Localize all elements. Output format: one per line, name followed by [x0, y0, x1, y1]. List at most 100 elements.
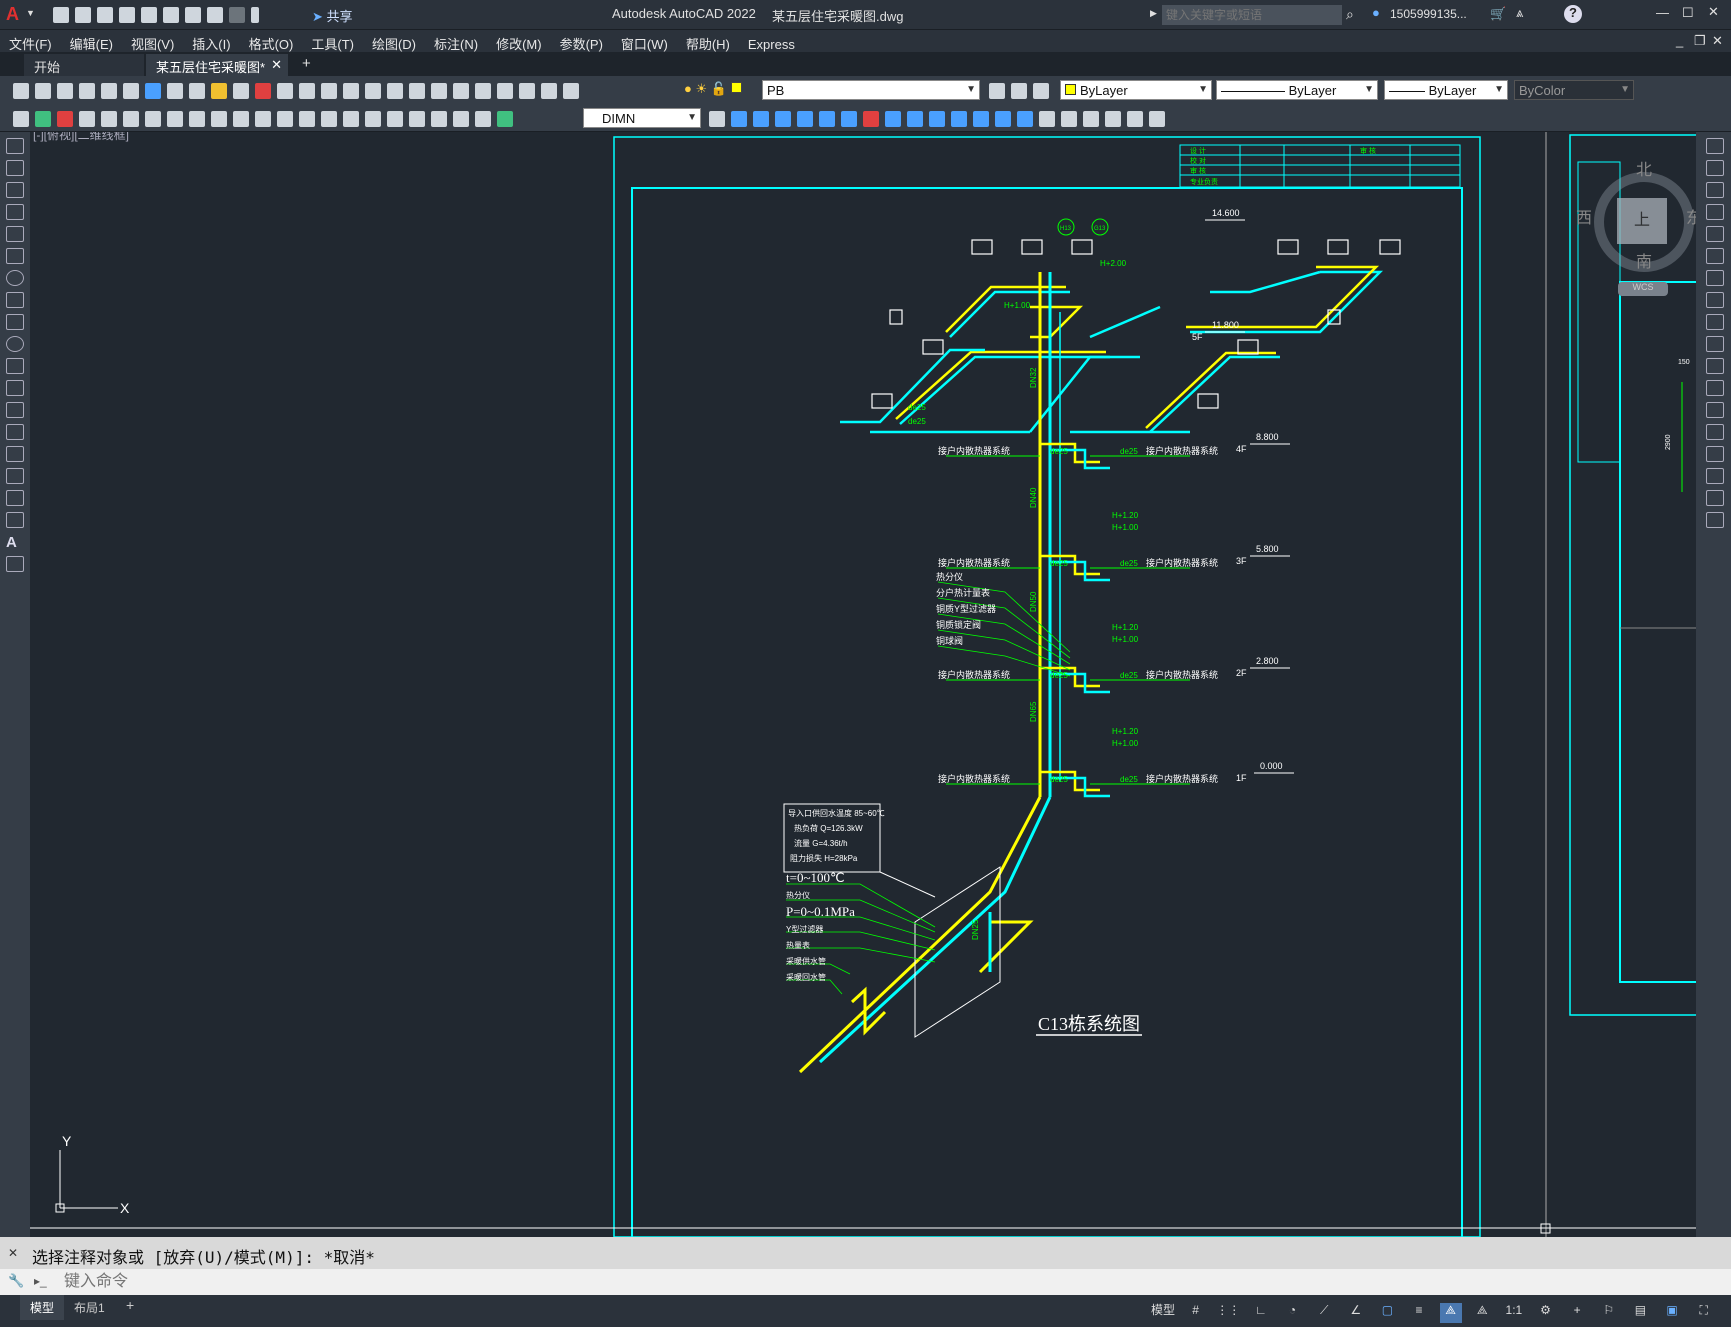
plot-icon[interactable]: [185, 6, 201, 23]
chamfer-icon[interactable]: [1706, 446, 1724, 462]
dim-style-icon[interactable]: [709, 110, 725, 127]
properties-icon[interactable]: [409, 82, 425, 99]
user-name[interactable]: 1505999135...: [1390, 7, 1467, 21]
layout-tab-layout1[interactable]: 布局1: [66, 1295, 113, 1320]
spline-icon[interactable]: [6, 314, 24, 330]
copy-icon[interactable]: [1706, 160, 1724, 176]
center-mark-icon[interactable]: [387, 110, 403, 127]
menu-dimension[interactable]: 标注(N): [425, 30, 487, 53]
arc-icon[interactable]: [6, 248, 24, 264]
hardware-accel-icon[interactable]: ▣: [1661, 1303, 1683, 1323]
jogged-dim-icon[interactable]: [189, 110, 205, 127]
save-web-icon[interactable]: [163, 6, 179, 23]
grid-icon[interactable]: #: [1185, 1303, 1207, 1323]
search-icon[interactable]: ⌕: [1346, 6, 1354, 23]
tab-close-icon[interactable]: ✕: [271, 57, 282, 73]
workspace-dropdown-icon[interactable]: [251, 6, 259, 23]
menu-edit[interactable]: 编辑(E): [61, 30, 122, 53]
quick-dim-icon[interactable]: [255, 110, 271, 127]
angular-dim-icon[interactable]: [233, 110, 249, 127]
new-tab-button[interactable]: +: [302, 55, 311, 72]
viewcube[interactable]: 上 北 南 西 东 WCS: [1576, 142, 1696, 302]
object-snap-icon[interactable]: ▢: [1376, 1303, 1398, 1323]
undo-icon[interactable]: [207, 6, 223, 23]
command-input[interactable]: [64, 1272, 1664, 1292]
menu-format[interactable]: 格式(O): [240, 30, 303, 53]
insert-block-icon[interactable]: [6, 380, 24, 396]
annotation-scale-button[interactable]: 1:1: [1503, 1303, 1525, 1323]
menu-file[interactable]: 文件(F): [0, 30, 61, 53]
cut-icon[interactable]: [167, 82, 183, 99]
new-icon[interactable]: [53, 6, 69, 23]
layer-previous-icon[interactable]: [1011, 82, 1027, 99]
workspace-gear-icon[interactable]: ⚙: [1535, 1303, 1557, 1323]
menu-insert[interactable]: 插入(I): [183, 30, 239, 53]
adjust-icon[interactable]: [1127, 110, 1143, 127]
table-icon[interactable]: [6, 512, 24, 528]
snap-icon[interactable]: ⋮⋮: [1216, 1303, 1240, 1323]
viewcube-south[interactable]: 南: [1636, 248, 1652, 272]
share-button[interactable]: ➤ 共享: [312, 6, 353, 25]
jogged-linear-icon[interactable]: [431, 110, 447, 127]
command-customize-icon[interactable]: 🔧: [8, 1273, 24, 1289]
plot-icon[interactable]: [79, 82, 95, 99]
match-properties-icon[interactable]: [233, 82, 249, 99]
lengthen-icon[interactable]: [929, 110, 945, 127]
region-icon[interactable]: [6, 490, 24, 506]
extend-icon[interactable]: [1706, 358, 1724, 374]
zoom-realtime-icon[interactable]: [343, 82, 359, 99]
app-menu-chevron-icon[interactable]: ▼: [26, 8, 35, 18]
rotate-icon[interactable]: [1706, 270, 1724, 286]
command-close-icon[interactable]: ✕: [8, 1246, 18, 1260]
ellipse-icon[interactable]: [6, 336, 24, 352]
layout-tab-model[interactable]: 模型: [20, 1295, 65, 1320]
layer-properties-icon[interactable]: [563, 82, 579, 99]
clip-icon[interactable]: [1105, 110, 1121, 127]
baseline-dim-icon[interactable]: [277, 110, 293, 127]
break-icon[interactable]: [1706, 402, 1724, 418]
offset-icon[interactable]: [885, 110, 901, 127]
color-dropdown[interactable]: ByLayer ▼: [1060, 80, 1212, 100]
close-button[interactable]: ✕: [1708, 4, 1719, 20]
cart-icon[interactable]: 🛒: [1490, 6, 1506, 22]
join-icon[interactable]: [951, 110, 967, 127]
annotation-monitor-icon[interactable]: +: [1566, 1303, 1588, 1323]
point-icon[interactable]: [6, 424, 24, 440]
redo-icon[interactable]: [299, 82, 315, 99]
erase-icon[interactable]: [1706, 138, 1724, 154]
menu-tools[interactable]: 工具(T): [302, 30, 363, 53]
construction-line-icon[interactable]: [6, 160, 24, 176]
preview-icon[interactable]: [101, 82, 117, 99]
open-icon[interactable]: [75, 6, 91, 23]
dim-space-icon[interactable]: [321, 110, 337, 127]
viewcube-west[interactable]: 西: [1576, 204, 1592, 228]
make-current-icon[interactable]: [989, 82, 1005, 99]
menu-window[interactable]: 窗口(W): [612, 30, 677, 53]
search-input[interactable]: [1162, 5, 1342, 25]
explode-icon[interactable]: [1706, 512, 1724, 528]
aligned-dim-icon[interactable]: [101, 110, 117, 127]
drawing-canvas[interactable]: [-][俯视][二维线框] 设 计 审 核 校 对 审 核 专业负责 H13 G…: [30, 132, 1696, 1237]
group-edit-icon[interactable]: [775, 110, 791, 127]
join-icon[interactable]: [1706, 424, 1724, 440]
blend-curves-icon[interactable]: [1706, 490, 1724, 506]
units-icon[interactable]: ⚐: [1598, 1303, 1620, 1323]
minimize-button[interactable]: —: [1656, 5, 1669, 20]
autocad-logo[interactable]: A: [6, 4, 19, 25]
clean-screen-icon[interactable]: ⛶: [1693, 1303, 1715, 1323]
viewcube-face[interactable]: 上: [1617, 198, 1667, 244]
object-snap-tracking-icon[interactable]: ∠: [1345, 1303, 1367, 1323]
circle-icon[interactable]: [6, 270, 24, 286]
3d-print-icon[interactable]: [145, 82, 161, 99]
command-recent-icon[interactable]: ▸_: [34, 1274, 47, 1288]
dim-text-edit-icon[interactable]: [475, 110, 491, 127]
open-icon[interactable]: [35, 82, 51, 99]
tolerance-icon[interactable]: [365, 110, 381, 127]
help-icon[interactable]: [541, 82, 557, 99]
save-icon[interactable]: [57, 82, 73, 99]
group-icon[interactable]: [731, 110, 747, 127]
hatch-icon[interactable]: [6, 446, 24, 462]
autodesk-app-icon[interactable]: ⩓: [1516, 5, 1523, 21]
array-icon[interactable]: [1706, 226, 1724, 242]
polyline-icon[interactable]: [6, 182, 24, 198]
